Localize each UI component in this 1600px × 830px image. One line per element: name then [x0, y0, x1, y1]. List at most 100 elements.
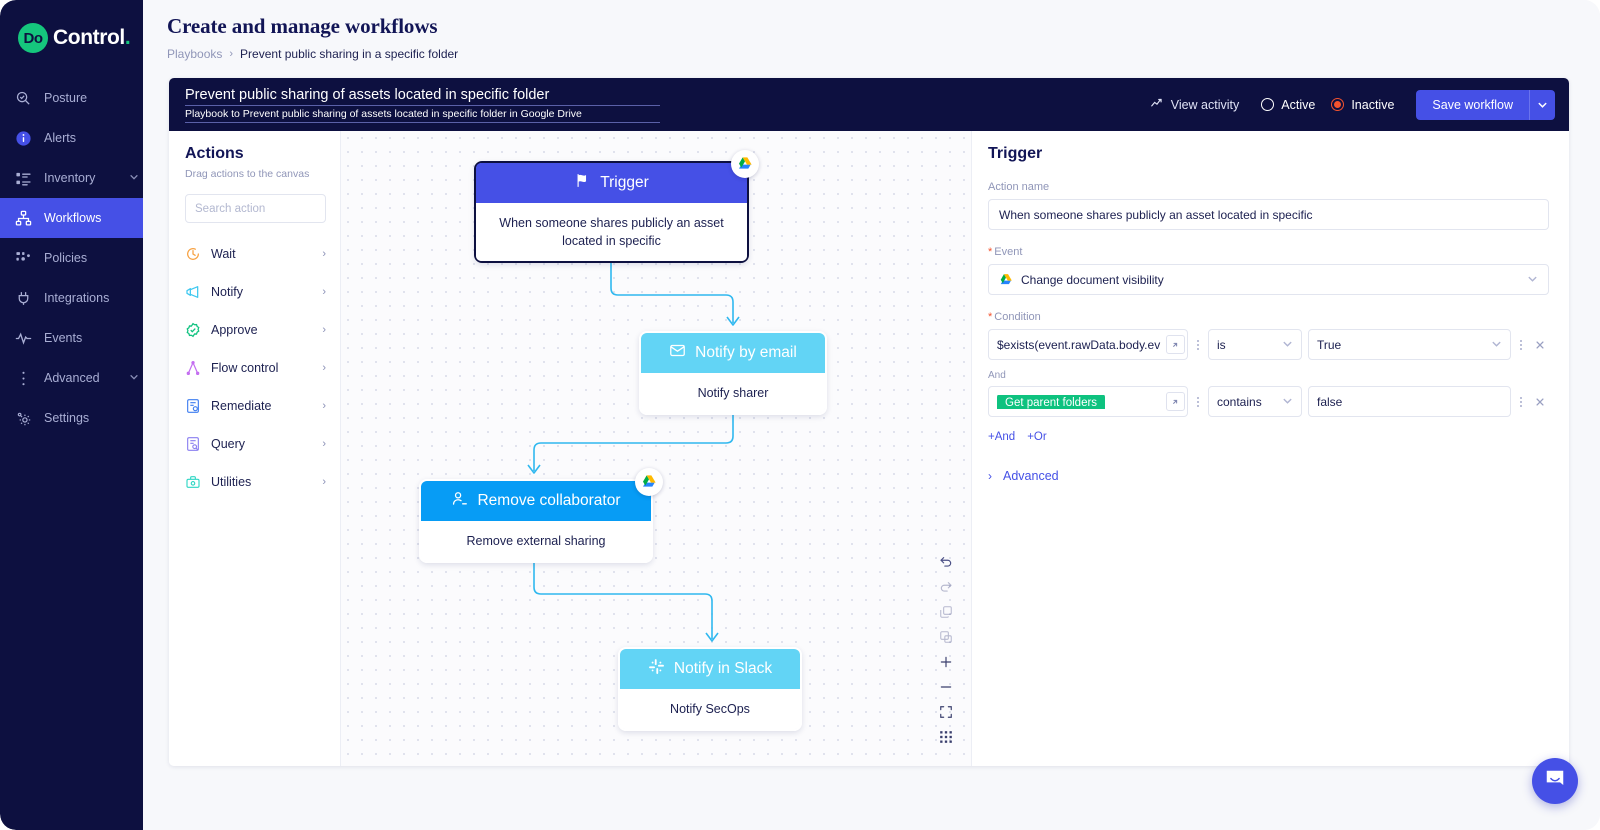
action-item-label: Notify [211, 285, 312, 299]
condition-row-menu-icon[interactable] [1188, 397, 1208, 407]
condition-row-menu-icon[interactable] [1188, 340, 1208, 350]
redo-icon[interactable] [935, 576, 957, 598]
sidebar-item-integrations[interactable]: Integrations [0, 278, 143, 318]
paste-icon[interactable] [935, 626, 957, 648]
workflow-name-input[interactable]: Prevent public sharing of assets located… [185, 87, 660, 106]
main-content: Create and manage workflows Playbooks › … [143, 0, 1600, 830]
condition-operator-select[interactable]: contains [1208, 386, 1302, 417]
condition-row-options-icon[interactable] [1511, 340, 1531, 350]
status-radio-active[interactable]: Active [1261, 98, 1315, 112]
copy-icon[interactable] [935, 601, 957, 623]
condition-value-select[interactable]: True [1308, 329, 1511, 360]
action-item-utilities[interactable]: Utilities › [169, 463, 340, 501]
remove-condition-icon[interactable] [1531, 397, 1549, 407]
sidebar-nav: Posture Alerts Inventory [0, 78, 143, 464]
sidebar-item-label: Integrations [44, 291, 143, 305]
condition-operator-select[interactable]: is [1208, 329, 1302, 360]
chevron-right-icon: › [322, 400, 326, 412]
logo-mark-text: Do [24, 30, 43, 47]
view-activity-label: View activity [1171, 98, 1240, 112]
action-item-query[interactable]: Query › [169, 425, 340, 463]
breadcrumb-playbooks[interactable]: Playbooks [167, 47, 222, 61]
gear-icon [14, 409, 32, 427]
action-name-input[interactable] [988, 199, 1549, 230]
breadcrumb: Playbooks › Prevent public sharing in a … [167, 47, 1600, 61]
event-select[interactable]: Change document visibility [988, 264, 1549, 295]
activity-chart-icon [1150, 96, 1164, 113]
canvas-node-remove-collaborator[interactable]: Remove collaborator Remove external shar… [419, 479, 653, 563]
actions-heading: Actions [169, 145, 340, 163]
workflow-canvas[interactable]: Trigger When someone shares publicly an … [341, 131, 971, 766]
chevron-down-icon [1527, 273, 1538, 287]
node-title: Remove collaborator [477, 492, 620, 510]
expand-expression-icon[interactable] [1166, 335, 1185, 354]
action-item-remediate[interactable]: Remediate › [169, 387, 340, 425]
logo-mark-icon: Do [18, 23, 48, 53]
slack-icon [648, 658, 665, 680]
search-input[interactable] [185, 194, 326, 223]
condition-label: *Condition [988, 311, 1549, 323]
expand-expression-icon[interactable] [1166, 392, 1185, 411]
condition-row-options-icon[interactable] [1511, 397, 1531, 407]
canvas-node-trigger[interactable]: Trigger When someone shares publicly an … [474, 161, 749, 263]
sidebar-item-workflows[interactable]: Workflows [0, 198, 143, 238]
undo-icon[interactable] [935, 551, 957, 573]
sidebar-item-label: Events [44, 331, 143, 345]
chevron-down-icon[interactable] [129, 171, 143, 185]
action-item-wait[interactable]: Wait › [169, 235, 340, 273]
condition-expression-input[interactable]: Get parent folders [988, 386, 1188, 417]
canvas-node-notify-by-email[interactable]: Notify by email Notify sharer [639, 331, 827, 415]
action-item-label: Wait [211, 247, 312, 261]
canvas-node-notify-in-slack[interactable]: Notify in Slack Notify SecOps [618, 647, 802, 731]
add-condition-links: +And +Or [988, 431, 1549, 443]
brand-logo[interactable]: Do Control. [0, 0, 143, 56]
action-item-notify[interactable]: Notify › [169, 273, 340, 311]
node-body: Notify sharer [641, 373, 825, 413]
status-radio-inactive[interactable]: Inactive [1331, 98, 1394, 112]
sidebar-item-settings[interactable]: Settings [0, 398, 143, 438]
view-activity-button[interactable]: View activity [1150, 96, 1240, 113]
chevron-down-icon[interactable] [129, 371, 143, 385]
breadcrumb-separator: › [229, 48, 233, 60]
save-workflow-dropdown-button[interactable] [1529, 90, 1555, 120]
sidebar-item-policies[interactable]: Policies [0, 238, 143, 278]
action-item-flow-control[interactable]: Flow control › [169, 349, 340, 387]
google-drive-icon [731, 150, 759, 178]
condition-value-input[interactable]: false [1308, 386, 1511, 417]
add-or-button[interactable]: +Or [1027, 431, 1047, 443]
policies-icon [14, 249, 32, 267]
sidebar-item-label: Workflows [44, 211, 143, 225]
event-value: Change document visibility [1021, 273, 1164, 287]
condition-expression-text: $exists(event.rawData.body.ev [997, 338, 1166, 352]
document-gear-icon [185, 398, 201, 414]
grid-icon[interactable] [935, 726, 957, 748]
action-item-approve[interactable]: Approve › [169, 311, 340, 349]
trigger-details-panel: Trigger Action name *Event Change docume… [971, 131, 1569, 766]
zoom-in-icon[interactable] [935, 651, 957, 673]
node-title: Notify in Slack [674, 660, 772, 678]
chevron-down-icon [1282, 338, 1293, 352]
condition-expression-input[interactable]: $exists(event.rawData.body.ev [988, 329, 1188, 360]
search-wrapper [169, 180, 340, 223]
save-workflow-button[interactable]: Save workflow [1416, 90, 1529, 120]
sidebar-item-advanced[interactable]: Advanced [0, 358, 143, 398]
fit-screen-icon[interactable] [935, 701, 957, 723]
sidebar-item-posture[interactable]: Posture [0, 78, 143, 118]
workflow-description-input[interactable]: Playbook to Prevent public sharing of as… [185, 108, 660, 123]
add-and-button[interactable]: +And [988, 431, 1015, 443]
action-item-label: Remediate [211, 399, 312, 413]
branch-icon [185, 360, 201, 376]
logo-dot: . [125, 26, 130, 49]
remove-condition-icon[interactable] [1531, 340, 1549, 350]
sidebar-item-events[interactable]: Events [0, 318, 143, 358]
alerts-icon [14, 129, 32, 147]
sidebar-item-alerts[interactable]: Alerts [0, 118, 143, 158]
check-badge-icon [185, 322, 201, 338]
advanced-toggle[interactable]: › Advanced [988, 469, 1549, 483]
intercom-chat-button[interactable] [1532, 758, 1578, 804]
sidebar-item-inventory[interactable]: Inventory [0, 158, 143, 198]
condition-expression-tag[interactable]: Get parent folders [997, 395, 1105, 409]
chevron-down-icon [1282, 395, 1293, 409]
condition-row: $exists(event.rawData.body.ev is [988, 329, 1549, 360]
zoom-out-icon[interactable] [935, 676, 957, 698]
